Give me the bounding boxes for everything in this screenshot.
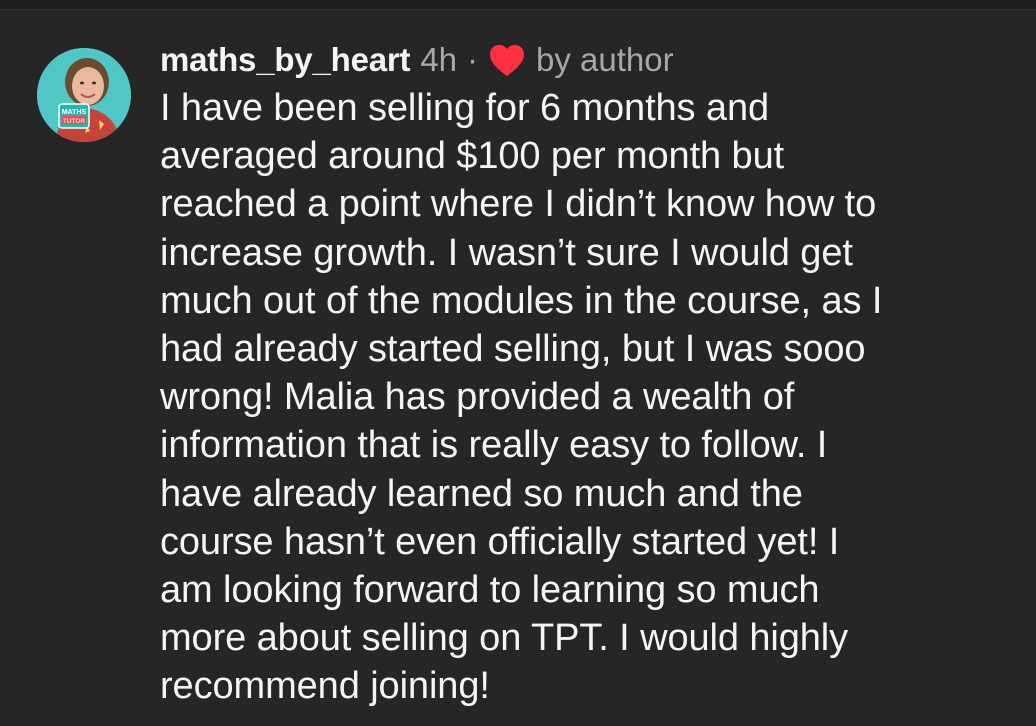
meta-separator: · xyxy=(467,41,479,78)
comment-line: averaged around $100 per month but xyxy=(160,135,785,178)
comment-content: maths_by_heart 4h · by author I have bee… xyxy=(160,40,1020,711)
comment-item: MATHS TUTOR maths_by_heart 4h · by autho… xyxy=(0,10,1036,726)
comment-text: I have been selling for 6 months and ave… xyxy=(160,84,1020,711)
comment-line: I have been selling for 6 months and xyxy=(160,87,770,129)
comment-line: had already started selling, but I was s… xyxy=(160,328,866,371)
username-link[interactable]: maths_by_heart xyxy=(160,41,411,79)
avatar[interactable]: MATHS TUTOR xyxy=(37,48,131,142)
avatar-image: MATHS TUTOR xyxy=(37,48,131,142)
comment-line: course hasn’t even officially started ye… xyxy=(160,520,840,563)
top-divider xyxy=(0,0,1036,10)
comment-line: wrong! Malia has provided a wealth of xyxy=(160,376,795,419)
comment-line: have already learned so much and the xyxy=(160,472,803,515)
svg-text:TUTOR: TUTOR xyxy=(63,118,86,125)
svg-text:MATHS: MATHS xyxy=(62,109,87,116)
comment-line: more about selling on TPT. I would highl… xyxy=(160,617,849,660)
comment-line: increase growth. I wasn’t sure I would g… xyxy=(160,231,853,274)
heart-icon xyxy=(488,43,526,77)
comment-line: much out of the modules in the course, a… xyxy=(160,279,883,322)
liked-by-author-label: by author xyxy=(536,41,674,78)
comment-meta: maths_by_heart 4h · by author xyxy=(160,40,1020,80)
timestamp[interactable]: 4h xyxy=(420,41,457,79)
comment-line: reached a point where I didn’t know how … xyxy=(160,183,877,226)
comment-line: information that is really easy to follo… xyxy=(160,424,828,467)
comment-line: recommend joining! xyxy=(160,665,490,708)
comment-line: am looking forward to learning so much xyxy=(160,569,820,612)
